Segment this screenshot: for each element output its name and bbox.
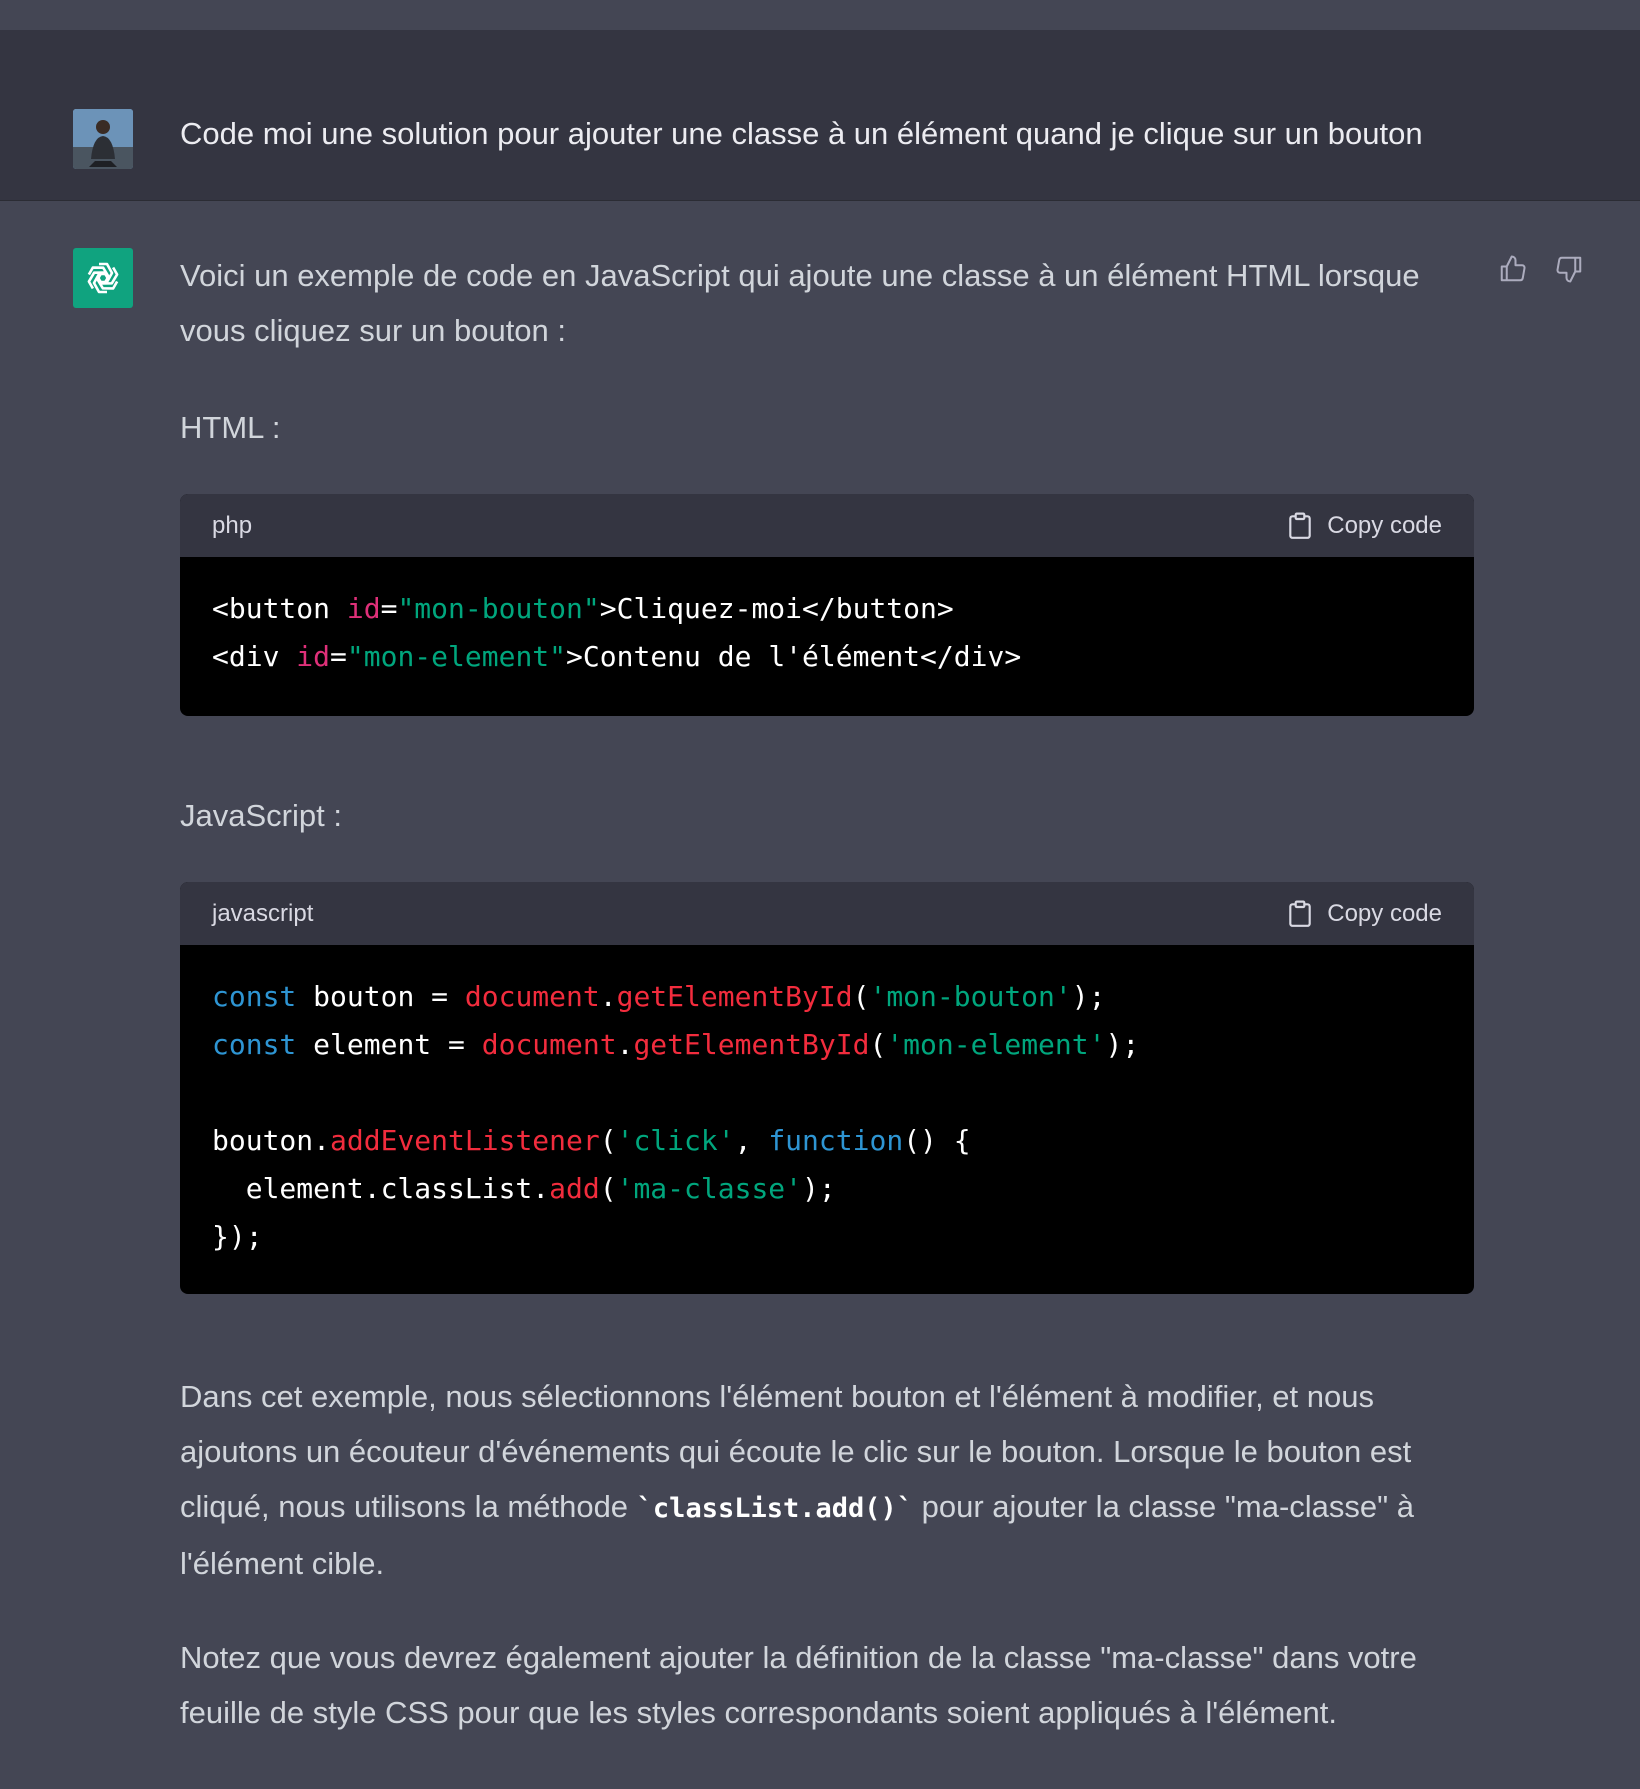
explanation-paragraph: Dans cet exemple, nous sélectionnons l'é… [180, 1369, 1475, 1591]
openai-logo-icon [87, 262, 119, 294]
user-message-row: Code moi une solution pour ajouter une c… [0, 30, 1640, 201]
code-token: const [212, 1028, 297, 1061]
code-token: , [734, 1124, 769, 1157]
code-token: >Contenu de l'élément</div> [566, 640, 1022, 673]
clipboard-icon [1289, 512, 1312, 539]
code-token: add [549, 1172, 600, 1205]
copy-code-button[interactable]: Copy code [1287, 886, 1442, 941]
thumbs-up-icon [1500, 255, 1526, 282]
code-line: bouton.addEventListener('click', functio… [212, 1117, 1442, 1165]
code-language-label: javascript [212, 900, 314, 927]
code-body: <button id="mon-bouton">Cliquez-moi</but… [180, 557, 1474, 709]
thumbs-down-button[interactable] [1551, 251, 1587, 287]
copy-code-label: Copy code [1327, 900, 1442, 927]
code-token: addEventListener [330, 1124, 600, 1157]
code-token: 'click' [616, 1124, 735, 1157]
code-token: () { [903, 1124, 971, 1157]
code-token: ); [1071, 980, 1106, 1013]
code-token: ); [802, 1172, 836, 1205]
code-token: "mon-bouton" [397, 592, 600, 625]
code-token: 'mon-element' [886, 1028, 1106, 1061]
code-line: <button id="mon-bouton">Cliquez-moi</but… [212, 585, 1442, 633]
copy-code-button[interactable]: Copy code [1287, 498, 1442, 553]
assistant-avatar [73, 248, 133, 308]
code-token: element = [296, 1028, 482, 1061]
code-token: id [296, 640, 331, 673]
code-token: getElementById [633, 1028, 870, 1061]
code-body: const bouton = document.getElementById('… [180, 945, 1474, 1289]
code-token: <button [212, 592, 347, 625]
code-token: "mon-element" [346, 640, 567, 673]
code-line: }); [212, 1213, 1442, 1261]
code-token: = [380, 592, 398, 625]
code-header: javascript Copy code [180, 882, 1474, 945]
copy-code-label: Copy code [1327, 512, 1442, 539]
code-header: php Copy code [180, 494, 1474, 557]
html-label: HTML : [180, 410, 281, 445]
user-photo-icon [73, 109, 133, 169]
code-token: 'mon-bouton' [869, 980, 1072, 1013]
code-token: }); [212, 1220, 263, 1253]
code-language-label: php [212, 512, 253, 539]
top-strip [0, 0, 1640, 30]
code-block-javascript: javascript Copy code const bouton = docu… [180, 882, 1474, 1294]
intro-paragraph: Voici un exemple de code en JavaScript q… [180, 258, 1420, 348]
code-token: const [212, 980, 297, 1013]
assistant-message-row: Voici un exemple de code en JavaScript q… [0, 201, 1640, 1789]
code-token: id [346, 592, 381, 625]
code-token: document [481, 1028, 617, 1061]
user-message-text: Code moi une solution pour ajouter une c… [180, 116, 1423, 151]
code-line: const bouton = document.getElementById('… [212, 973, 1442, 1021]
code-token: ( [869, 1028, 887, 1061]
code-token: bouton. [212, 1124, 331, 1157]
clipboard-icon [1289, 900, 1312, 927]
note-paragraph: Notez que vous devrez également ajouter … [180, 1640, 1417, 1730]
code-token: ( [599, 1172, 617, 1205]
code-token: bouton = [296, 980, 465, 1013]
user-avatar [73, 109, 133, 169]
thumbs-down-icon [1556, 256, 1582, 283]
code-line: const element = document.getElementById(… [212, 1021, 1442, 1069]
code-token: 'ma-classe' [616, 1172, 803, 1205]
code-token: ( [852, 980, 870, 1013]
code-line: element.classList.add('ma-classe'); [212, 1165, 1442, 1213]
code-token: document [464, 980, 600, 1013]
code-token: . [599, 980, 617, 1013]
code-token: = [330, 640, 347, 673]
code-token: . [616, 1028, 634, 1061]
code-token: getElementById [616, 980, 853, 1013]
thumbs-up-button[interactable] [1495, 251, 1531, 287]
code-token: function [768, 1124, 904, 1157]
inline-code: `classList.add()` [636, 1493, 914, 1524]
javascript-label: JavaScript : [180, 798, 342, 833]
code-token: element.classList. [212, 1172, 550, 1205]
code-block-html: php Copy code <button id="mon-bouton">Cl… [180, 494, 1474, 716]
code-token: ( [599, 1124, 617, 1157]
code-token: >Cliquez-moi</button> [599, 592, 954, 625]
code-line: <div id="mon-element">Contenu de l'éléme… [212, 633, 1442, 681]
code-token: <div [212, 640, 297, 673]
code-token: ); [1105, 1028, 1140, 1061]
